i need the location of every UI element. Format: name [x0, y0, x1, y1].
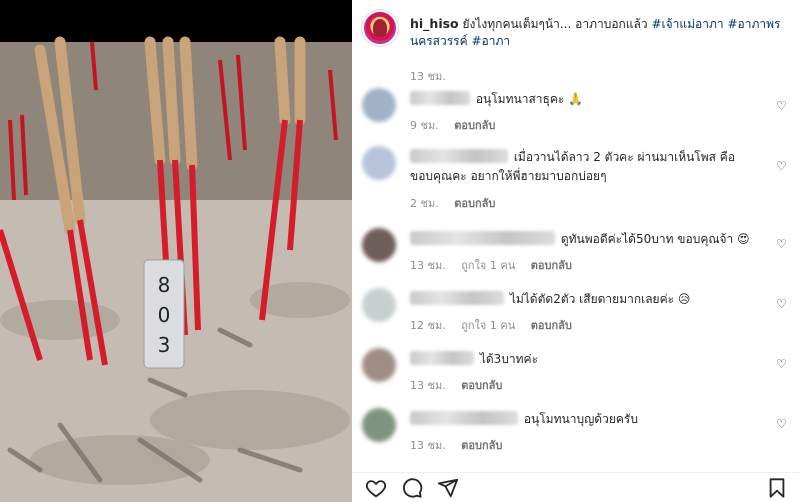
- heart-icon[interactable]: ♡: [776, 238, 788, 250]
- blurred-username[interactable]: [410, 231, 555, 245]
- bookmark-icon[interactable]: [766, 477, 788, 499]
- share-icon[interactable]: [437, 477, 459, 499]
- comment-content: ดูทันพอดีค่ะได้50บาท ขอบคุณจ้า 😍: [410, 230, 760, 249]
- comment-meta: 2 ชม. ตอบกลับ: [410, 194, 507, 212]
- caption-text: hi_hiso ยังไงทุกคนเต็มๆน้า... อาภาบอกแล้…: [410, 15, 790, 50]
- heart-icon[interactable]: ♡: [776, 418, 788, 430]
- heart-icon[interactable]: [365, 477, 387, 499]
- heart-icon[interactable]: ♡: [776, 298, 788, 310]
- reply-button[interactable]: ตอบกลับ: [531, 259, 572, 272]
- comment-meta: 13 ชม. ถูกใจ 1 คน ตอบกลับ: [410, 256, 584, 274]
- comment-text: อนุโมทนาบุญด้วยครับ: [523, 412, 638, 426]
- reply-button[interactable]: ตอบกลับ: [531, 319, 572, 332]
- comment-text: อนุโมทนาสาธุคะ 🙏: [475, 92, 584, 106]
- commenter-avatar[interactable]: [362, 408, 396, 442]
- post-photo[interactable]: 803: [0, 0, 352, 502]
- reply-button[interactable]: ตอบกลับ: [454, 119, 495, 132]
- blurred-username[interactable]: [410, 351, 474, 365]
- blurred-username[interactable]: [410, 91, 470, 105]
- commenter-avatar[interactable]: [362, 88, 396, 122]
- comment-time: 9 ชม.: [410, 119, 439, 132]
- comment-meta: 13 ชม. ตอบกลับ: [410, 376, 514, 394]
- heart-icon[interactable]: ♡: [776, 160, 788, 172]
- author-avatar[interactable]: [362, 10, 398, 46]
- comment-likes[interactable]: ถูกใจ 1 คน: [461, 259, 515, 272]
- reply-button[interactable]: ตอบกลับ: [454, 197, 495, 210]
- comment-content: อนุโมทนาบุญด้วยครับ: [410, 410, 760, 429]
- blurred-username[interactable]: [410, 149, 508, 163]
- comment-content: ไม่ได้ตัด2ตัว เสียดายมากเลยค่ะ 😥: [410, 290, 760, 309]
- photo-tag-digit-1: 803: [158, 273, 171, 357]
- comment-time: 13 ชม.: [410, 259, 446, 272]
- comment-text: ไม่ได้ตัด2ตัว เสียดายมากเลยค่ะ 😥: [509, 292, 691, 306]
- hashtag-1[interactable]: #เจ้าแม่อาภา: [651, 17, 723, 31]
- comment-icon[interactable]: [401, 477, 423, 499]
- commenter-avatar[interactable]: [362, 146, 396, 180]
- comment-likes[interactable]: ถูกใจ 1 คน: [461, 319, 515, 332]
- caption-body: ยังไงทุกคนเต็มๆน้า... อาภาบอกแล้ว: [462, 17, 648, 31]
- caption-timestamp: 13 ชม.: [410, 70, 446, 83]
- heart-icon[interactable]: ♡: [776, 358, 788, 370]
- comment-content: ได้3บาทค่ะ: [410, 350, 760, 369]
- author-username[interactable]: hi_hiso: [410, 16, 459, 31]
- blurred-username[interactable]: [410, 411, 518, 425]
- comment-meta: 12 ชม. ถูกใจ 1 คน ตอบกลับ: [410, 316, 584, 334]
- comment-content: เมื่อวานได้ลาว 2 ตัวคะ ผ่านมาเห็นโพส คือ…: [410, 148, 760, 186]
- comment-time: 12 ชม.: [410, 319, 446, 332]
- hashtag-3[interactable]: #อาภา: [471, 34, 510, 48]
- reply-button[interactable]: ตอบกลับ: [461, 379, 502, 392]
- commenter-avatar[interactable]: [362, 288, 396, 322]
- comment-text: ได้3บาทค่ะ: [479, 352, 539, 366]
- comment-time: 13 ชม.: [410, 439, 446, 452]
- comment-content: อนุโมทนาสาธุคะ 🙏: [410, 90, 760, 109]
- commenter-avatar[interactable]: [362, 228, 396, 262]
- heart-icon[interactable]: ♡: [776, 100, 788, 112]
- blurred-username[interactable]: [410, 291, 504, 305]
- post-action-bar: [352, 472, 800, 502]
- comment-meta: 13 ชม. ตอบกลับ: [410, 436, 514, 454]
- comment-time: 2 ชม.: [410, 197, 439, 210]
- comment-time: 13 ชม.: [410, 379, 446, 392]
- post-side-panel: hi_hiso ยังไงทุกคนเต็มๆน้า... อาภาบอกแล้…: [352, 0, 800, 502]
- comment-meta: 9 ชม. ตอบกลับ: [410, 116, 507, 134]
- commenter-avatar[interactable]: [362, 348, 396, 382]
- incense-photo: 803: [0, 0, 352, 502]
- reply-button[interactable]: ตอบกลับ: [461, 439, 502, 452]
- comment-text: ดูทันพอดีค่ะได้50บาท ขอบคุณจ้า 😍: [560, 232, 750, 246]
